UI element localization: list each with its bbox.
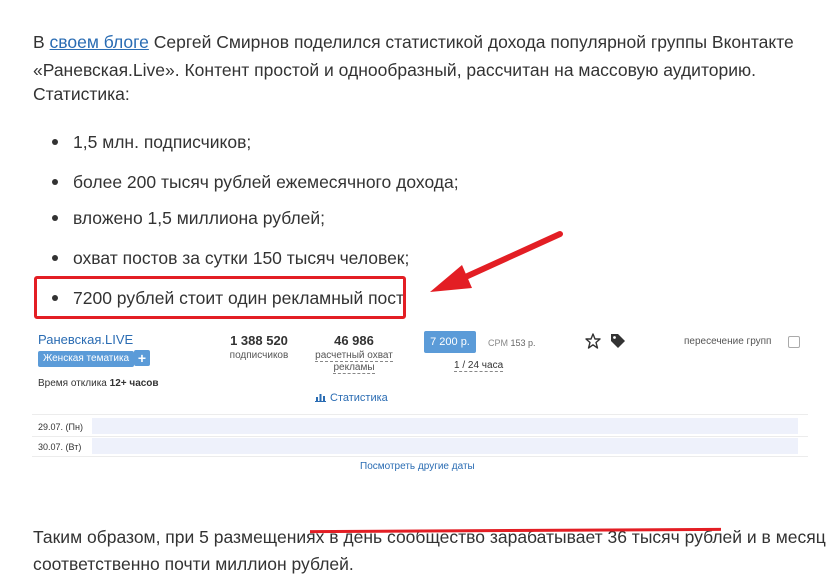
bullet-dot xyxy=(52,179,58,185)
list-item-text: 1,5 млн. подписчиков; xyxy=(73,132,252,152)
divider xyxy=(32,436,808,437)
price-button[interactable]: 7 200 р. xyxy=(424,331,476,353)
response-label: Время отклика xyxy=(38,378,110,389)
bullet-dot xyxy=(52,215,58,221)
date-slot-bar[interactable] xyxy=(92,438,798,454)
reach-label: расчетный охват рекламы xyxy=(309,350,399,374)
group-name-link[interactable]: Раневская.LIVE xyxy=(38,332,133,347)
other-dates-link[interactable]: Посмотреть другие даты xyxy=(360,461,475,472)
date-label: 29.07. (Пн) xyxy=(38,422,83,432)
response-value: 12+ часов xyxy=(109,378,159,389)
list-item-text: вложено 1,5 миллиона рублей; xyxy=(73,208,326,228)
group-crossing-checkbox[interactable] xyxy=(788,336,800,348)
reach-value: 46 986 xyxy=(334,333,374,348)
response-time: Время отклика 12+ часов xyxy=(38,378,159,389)
divider xyxy=(32,456,808,457)
reach-label-line2[interactable]: рекламы xyxy=(333,362,375,374)
cpm-info: CPM 153 р. xyxy=(488,338,536,348)
date-slot-bar[interactable] xyxy=(92,418,798,434)
star-icon[interactable] xyxy=(585,333,601,349)
stats-heading: Статистика: xyxy=(33,84,130,104)
highlight-box xyxy=(34,276,406,319)
category-tag[interactable]: Женская тематика xyxy=(38,351,135,367)
arrow-head xyxy=(430,265,472,292)
bullet-dot xyxy=(52,255,58,261)
reach-label-line1[interactable]: расчетный охват xyxy=(315,350,393,362)
add-category-button[interactable]: + xyxy=(134,350,150,366)
tag-icon[interactable] xyxy=(610,333,626,349)
cpm-value: 153 р. xyxy=(510,338,536,348)
date-label: 30.07. (Вт) xyxy=(38,442,82,452)
subscribers-label: подписчиков xyxy=(229,350,289,361)
slot-duration[interactable]: 1 / 24 часа xyxy=(454,360,504,372)
cpm-label: CPM xyxy=(488,338,508,348)
article: В своем блоге Сергей Смирнов поделился с… xyxy=(0,0,838,574)
bullet-dot xyxy=(52,139,58,145)
blog-link[interactable]: своем блоге xyxy=(50,32,149,52)
divider xyxy=(32,414,808,415)
list-item-text: более 200 тысяч рублей ежемесячного дохо… xyxy=(73,172,459,192)
intro-paragraph: В своем блоге Сергей Смирнов поделился с… xyxy=(33,28,823,84)
intro-prefix: В xyxy=(33,31,50,52)
statistics-link[interactable]: Статистика xyxy=(315,392,388,404)
bar-chart-icon xyxy=(315,394,326,402)
subscribers-value: 1 388 520 xyxy=(230,333,288,348)
arrow-shaft xyxy=(447,231,563,287)
statistics-link-text: Статистика xyxy=(330,392,388,404)
group-ad-widget: Раневская.LIVE Женская тематика + Время … xyxy=(32,326,808,476)
slot-text: 1 / 24 часа xyxy=(454,360,504,372)
list-item-text: охват постов за сутки 150 тысяч человек; xyxy=(73,248,410,268)
group-crossing-label: пересечение групп xyxy=(684,336,772,347)
